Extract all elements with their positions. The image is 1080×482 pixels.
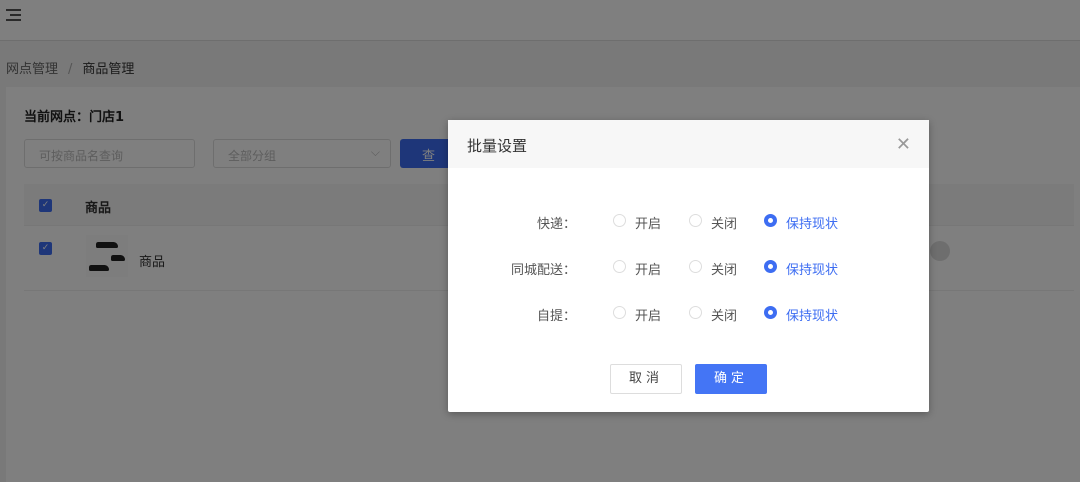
close-icon[interactable]: ✕: [896, 134, 911, 155]
pickup-label: 自提：: [536, 309, 576, 324]
pickup-row: 自提： 开启 关闭 保持现状: [448, 303, 929, 324]
radio-icon: [689, 260, 702, 273]
batch-settings-dialog: 批量设置 ✕ 快递： 开启 关闭 保持现状 同城配送： 开启 关闭 保持现状 自…: [448, 120, 929, 412]
radio-icon: [689, 214, 702, 227]
radio-icon: [689, 306, 702, 319]
confirm-button[interactable]: 确定: [695, 364, 767, 394]
radio-checked-icon: [764, 214, 777, 227]
radio-checked-icon: [764, 306, 777, 319]
local-delivery-row: 同城配送： 开启 关闭 保持现状: [448, 257, 929, 278]
cancel-button[interactable]: 取消: [610, 364, 682, 394]
radio-checked-icon: [764, 260, 777, 273]
express-label: 快递：: [536, 217, 576, 232]
dialog-title: 批量设置: [467, 137, 528, 155]
express-row: 快递： 开启 关闭 保持现状: [448, 211, 929, 232]
radio-icon: [613, 306, 626, 319]
radio-icon: [613, 260, 626, 273]
local-delivery-label: 同城配送：: [510, 263, 576, 278]
radio-icon: [613, 214, 626, 227]
dialog-header: 批量设置 ✕: [448, 120, 929, 168]
